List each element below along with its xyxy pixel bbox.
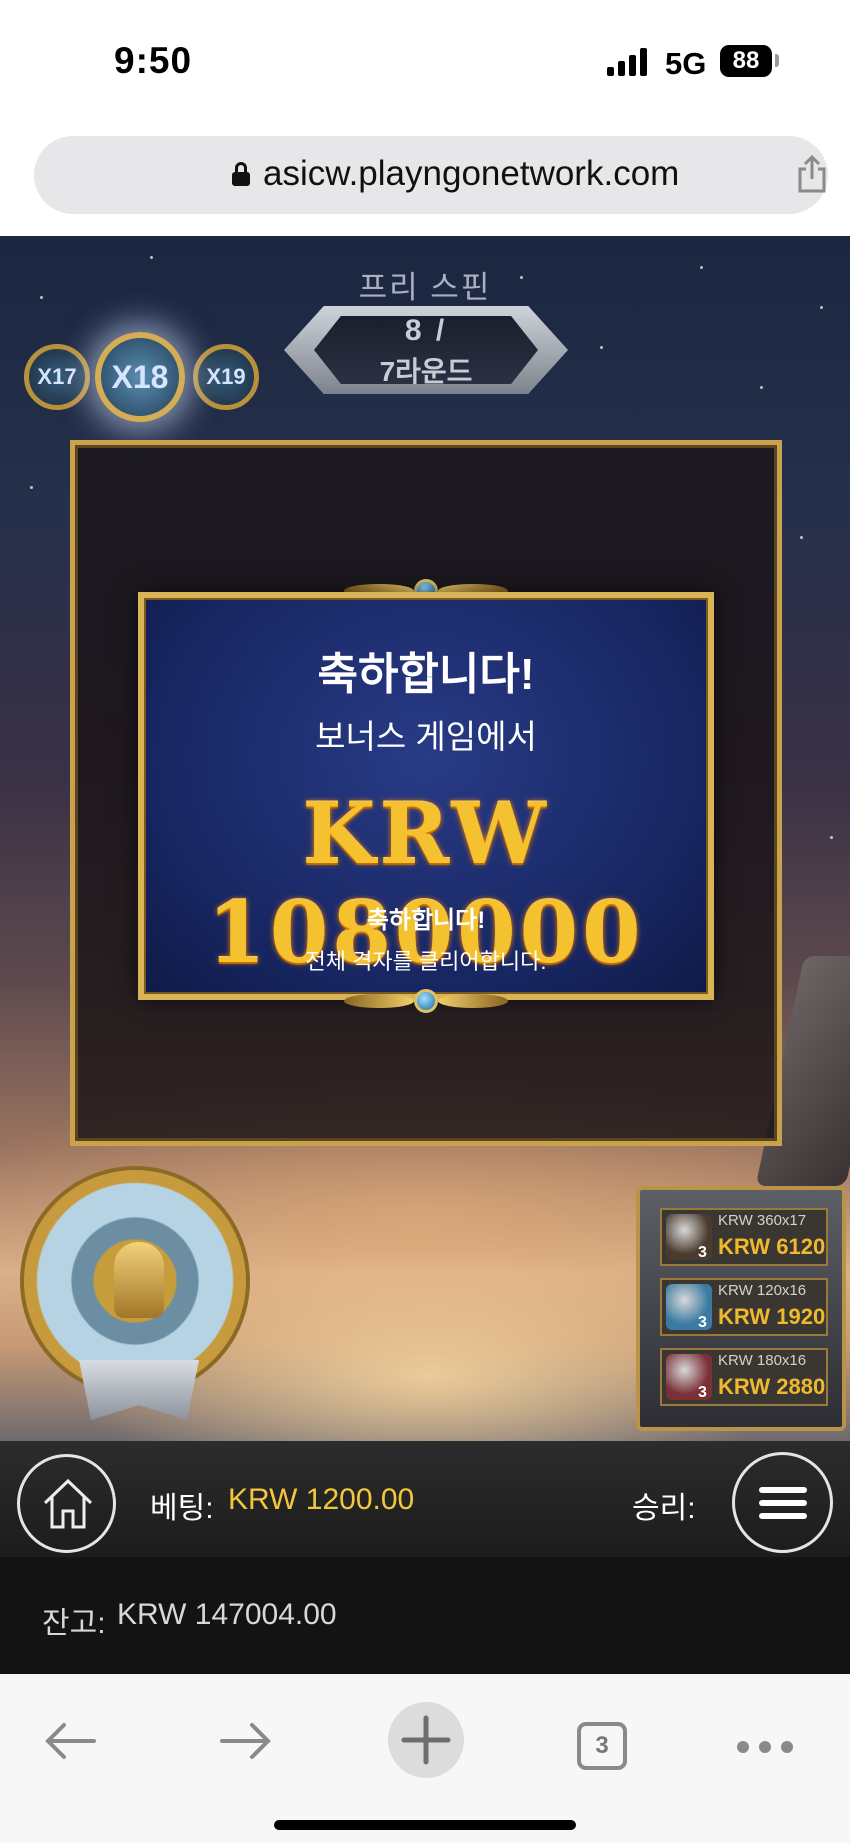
paytable-row: 3 KRW 180x16 KRW 2880	[660, 1348, 828, 1406]
new-tab-button[interactable]	[388, 1702, 464, 1778]
win-detail: 전체 격자를 클리어합니다.	[305, 949, 547, 974]
forward-arrow-icon[interactable]	[218, 1719, 274, 1763]
win-dialog[interactable]: 축하합니다! 보너스 게임에서 KRW 1080000 축하합니다! 전체 격자…	[138, 592, 714, 1000]
back-arrow-icon[interactable]	[42, 1719, 98, 1763]
bet-label: 베팅:	[150, 1492, 214, 1525]
url-text[interactable]: asicw.playngonetwork.com	[263, 154, 679, 194]
free-spins-counter: 8 / 7라운드	[284, 306, 568, 394]
multiplier-next: X19	[193, 344, 259, 410]
paytable-row: 3 KRW 360x17 KRW 6120	[660, 1208, 828, 1266]
free-spins-label: 프리 스핀	[358, 270, 492, 305]
win-subtitle: 보너스 게임에서	[315, 718, 537, 755]
signal-icon	[607, 48, 649, 76]
control-bar: 베팅: KRW 1200.00 승리:	[0, 1441, 850, 1557]
battery-tip	[775, 54, 779, 67]
win-label: 승리:	[632, 1492, 696, 1525]
win-title: 축하합니다!	[317, 650, 535, 699]
free-spins-count: 8 /	[404, 314, 448, 347]
balance-bar: 잔고: KRW 147004.00	[0, 1557, 850, 1674]
lock-icon	[232, 162, 250, 186]
home-button[interactable]	[17, 1454, 116, 1553]
battery-icon: 88	[720, 45, 772, 77]
free-spins-rounds: 7라운드	[379, 356, 473, 387]
network-type: 5G	[665, 46, 707, 81]
home-indicator	[274, 1820, 576, 1830]
share-icon[interactable]	[796, 155, 828, 193]
game-canvas[interactable]: 프리 스핀 8 / 7라운드 X17 X19 X18 축하합니다! 보너스 게임…	[0, 236, 850, 1441]
url-bar[interactable]: asicw.playngonetwork.com	[34, 136, 828, 214]
ornament-bottom-icon	[340, 986, 512, 1016]
tabs-button[interactable]: 3	[577, 1722, 627, 1770]
win-message: 축하합니다!	[366, 907, 486, 934]
plus-icon	[401, 1715, 451, 1765]
paytable-row: 3 KRW 120x16 KRW 1920	[660, 1278, 828, 1336]
multiplier-prev: X17	[24, 344, 90, 410]
browser-toolbar: 3	[0, 1674, 850, 1843]
spartan-shield-icon	[20, 1166, 250, 1420]
paytable-panel: 3 KRW 360x17 KRW 6120 3 KRW 120x16 KRW 1…	[636, 1186, 846, 1431]
menu-button[interactable]	[732, 1452, 833, 1553]
status-time: 9:50	[114, 40, 193, 81]
balance-label: 잔고:	[42, 1607, 106, 1640]
bet-value[interactable]: KRW 1200.00	[228, 1483, 414, 1517]
home-icon	[43, 1478, 93, 1529]
balance-value: KRW 147004.00	[117, 1598, 337, 1631]
status-bar: 9:50 5G 88	[0, 0, 850, 126]
more-icon[interactable]	[737, 1741, 793, 1753]
multiplier-current: X18	[95, 332, 185, 422]
